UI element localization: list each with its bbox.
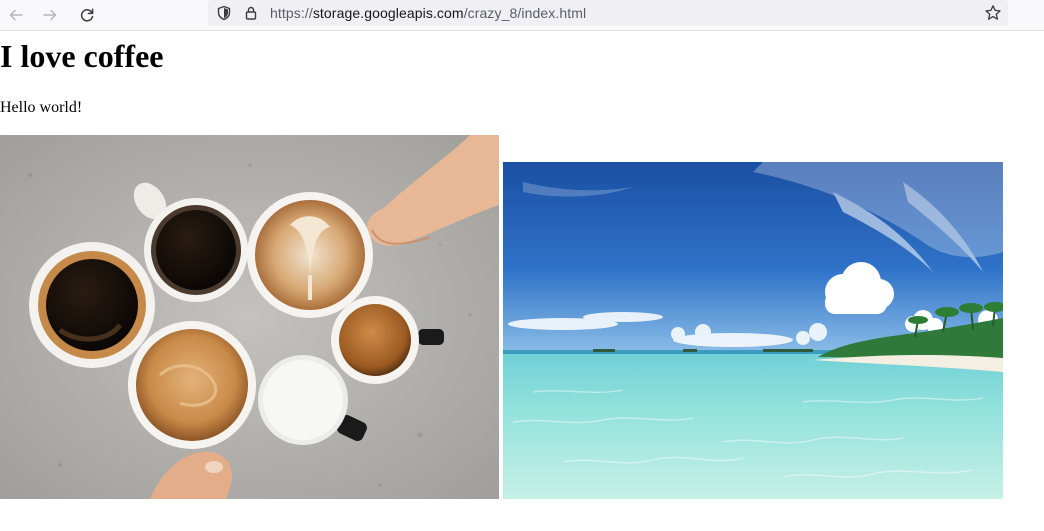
reload-button[interactable] xyxy=(75,3,99,27)
browser-toolbar: https://storage.googleapis.com/crazy_8/i… xyxy=(0,0,1044,31)
page-heading: I love coffee xyxy=(0,38,164,74)
url-scheme: https:// xyxy=(270,5,313,21)
address-bar[interactable]: https://storage.googleapis.com/crazy_8/i… xyxy=(208,0,1008,26)
back-arrow-icon xyxy=(9,9,23,21)
coffee-image xyxy=(0,135,499,499)
url-path: /crazy_8/index.html xyxy=(463,5,587,21)
back-button[interactable] xyxy=(4,3,28,27)
url-text[interactable]: https://storage.googleapis.com/crazy_8/i… xyxy=(270,5,586,21)
bookmark-button[interactable] xyxy=(984,4,1002,22)
forward-button[interactable] xyxy=(38,3,62,27)
beach-image xyxy=(503,162,1003,499)
reload-icon xyxy=(80,8,94,22)
forward-arrow-icon xyxy=(43,9,57,21)
greeting-paragraph: Hello world! xyxy=(0,99,83,116)
star-icon xyxy=(985,5,1001,20)
lock-icon[interactable] xyxy=(243,5,259,21)
shield-icon[interactable] xyxy=(216,5,232,21)
url-host: storage.googleapis.com xyxy=(312,5,464,21)
